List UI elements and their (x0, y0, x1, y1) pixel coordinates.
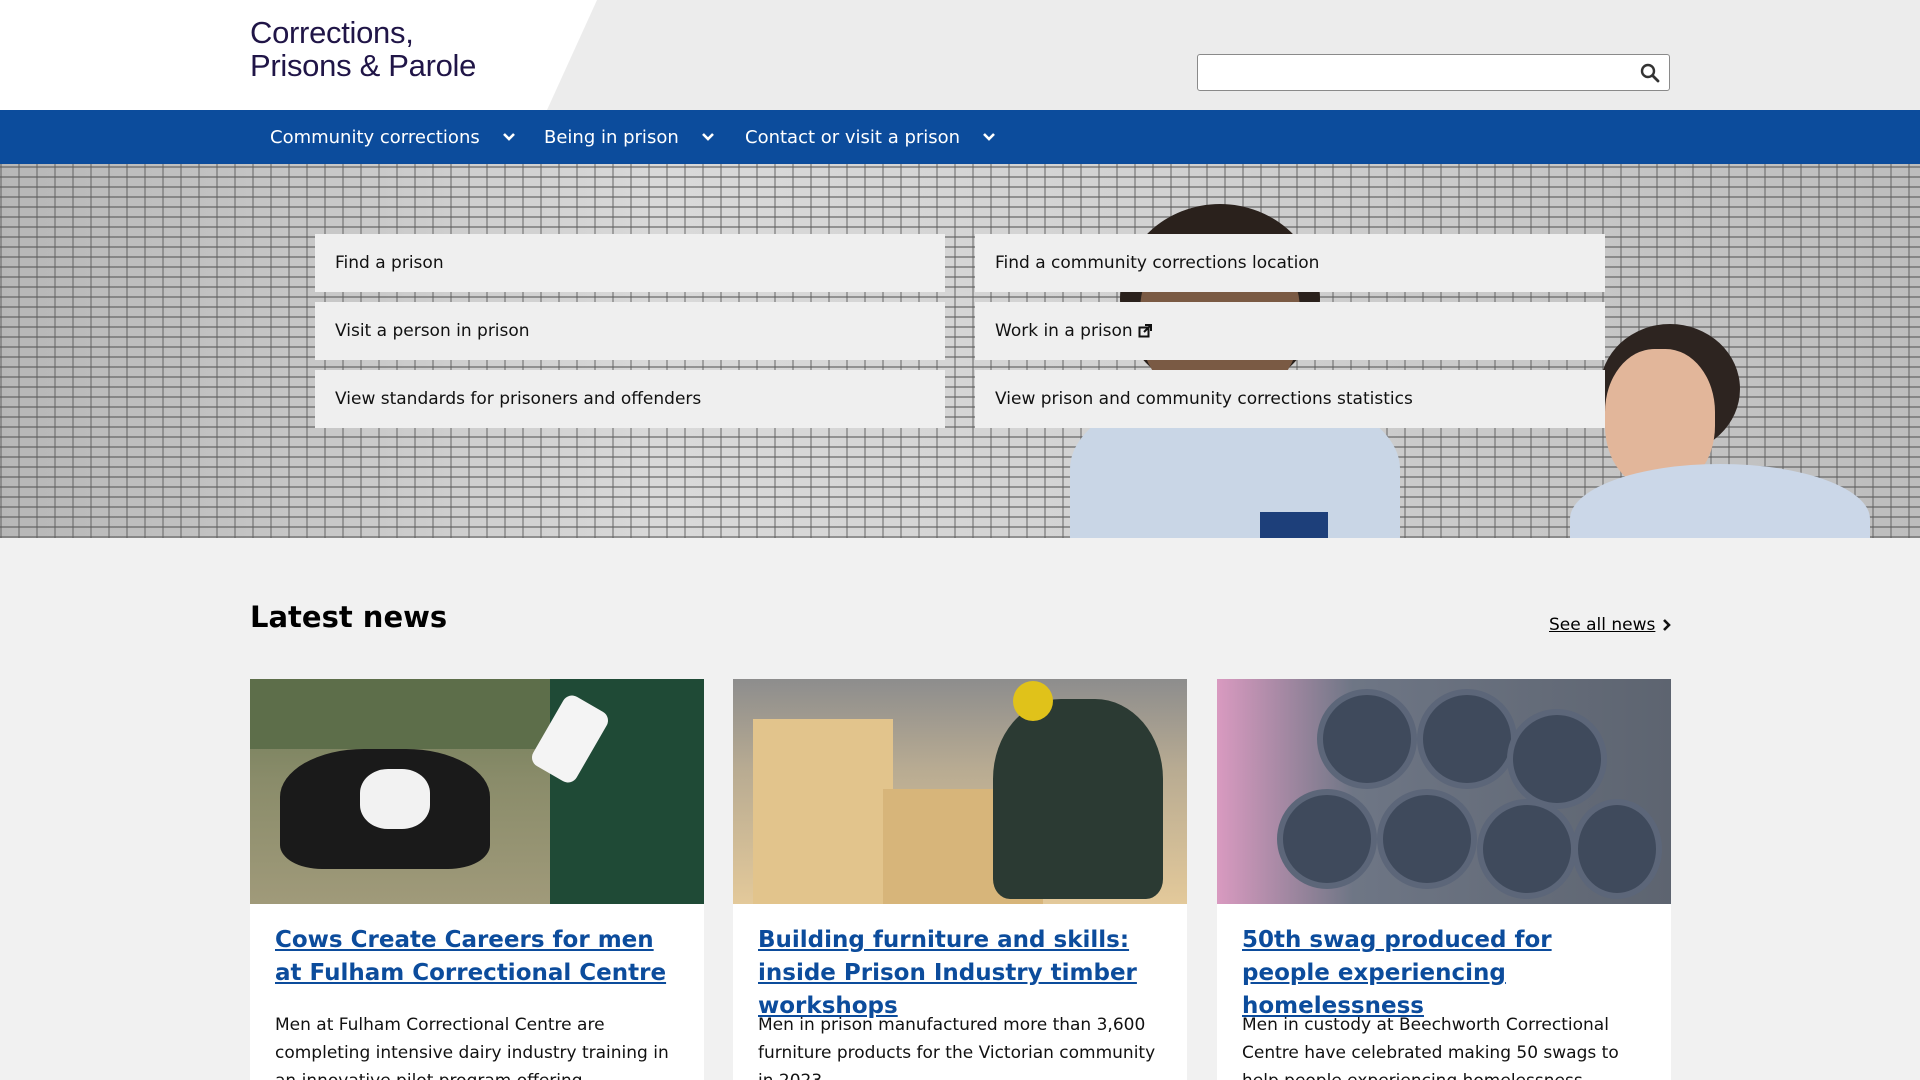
chevron-right-icon (1663, 619, 1672, 631)
chevron-down-icon (502, 133, 515, 141)
quick-link-label: Find a prison (335, 253, 444, 273)
quick-link-label: View standards for prisoners and offende… (335, 389, 702, 409)
site-logo[interactable]: Corrections, Prisons & Parole (250, 16, 476, 82)
logo-line-1: Corrections, (250, 15, 414, 50)
news-card-image-swags[interactable] (1217, 679, 1671, 904)
latest-news-heading: Latest news (250, 600, 448, 634)
nav-item-contact-visit[interactable]: Contact or visit a prison (745, 110, 996, 164)
quick-link-view-statistics[interactable]: View prison and community corrections st… (975, 370, 1605, 428)
search-input[interactable] (1206, 61, 1626, 85)
nav-item-label: Contact or visit a prison (745, 126, 961, 148)
quick-link-view-standards[interactable]: View standards for prisoners and offende… (315, 370, 945, 428)
nav-item-label: Being in prison (544, 126, 679, 148)
quick-link-visit-person[interactable]: Visit a person in prison (315, 302, 945, 360)
external-link-icon (1138, 324, 1152, 338)
main-nav: Community corrections Being in prison Co… (0, 110, 1920, 164)
quick-link-find-prison[interactable]: Find a prison (315, 234, 945, 292)
news-card: Building furniture and skills: inside Pr… (733, 679, 1187, 1080)
news-card-title[interactable]: Building furniture and skills: inside Pr… (758, 924, 1162, 1023)
see-all-news-link[interactable]: See all news (1549, 615, 1673, 635)
quick-link-find-community-corrections[interactable]: Find a community corrections location (975, 234, 1605, 292)
chevron-down-icon (701, 133, 714, 141)
quick-link-label: Work in a prison (995, 321, 1133, 341)
quick-link-work-in-prison[interactable]: Work in a prison (975, 302, 1605, 360)
news-card-image-timber[interactable] (733, 679, 1187, 904)
search-icon[interactable] (1639, 62, 1661, 84)
search-box (1197, 54, 1670, 91)
site-header: Corrections, Prisons & Parole (0, 0, 1920, 110)
news-card: 50th swag produced for people experienci… (1217, 679, 1671, 1080)
logo-line-2: Prisons & Parole (250, 48, 477, 83)
news-card-image-calf[interactable] (250, 679, 704, 904)
news-card-desc: Men in prison manufactured more than 3,6… (758, 1015, 1156, 1080)
quick-link-label: Find a community corrections location (995, 253, 1320, 273)
quick-link-label: View prison and community corrections st… (995, 389, 1413, 409)
news-card-desc: Men at Fulham Correctional Centre are co… (275, 1015, 669, 1080)
quick-link-label: Visit a person in prison (335, 321, 530, 341)
news-card-title[interactable]: Cows Create Careers for men at Fulham Co… (275, 924, 679, 990)
hero-banner: Find a prison Find a community correctio… (0, 164, 1920, 538)
nav-item-label: Community corrections (270, 126, 480, 148)
news-card: Cows Create Careers for men at Fulham Co… (250, 679, 704, 1080)
see-all-label: See all news (1549, 615, 1656, 635)
nav-item-community-corrections[interactable]: Community corrections (270, 110, 516, 164)
news-card-title[interactable]: 50th swag produced for people experienci… (1242, 924, 1646, 1023)
news-card-desc: Men in custody at Beechworth Correctiona… (1242, 1015, 1619, 1080)
nav-item-being-in-prison[interactable]: Being in prison (544, 110, 715, 164)
chevron-down-icon (983, 133, 995, 141)
